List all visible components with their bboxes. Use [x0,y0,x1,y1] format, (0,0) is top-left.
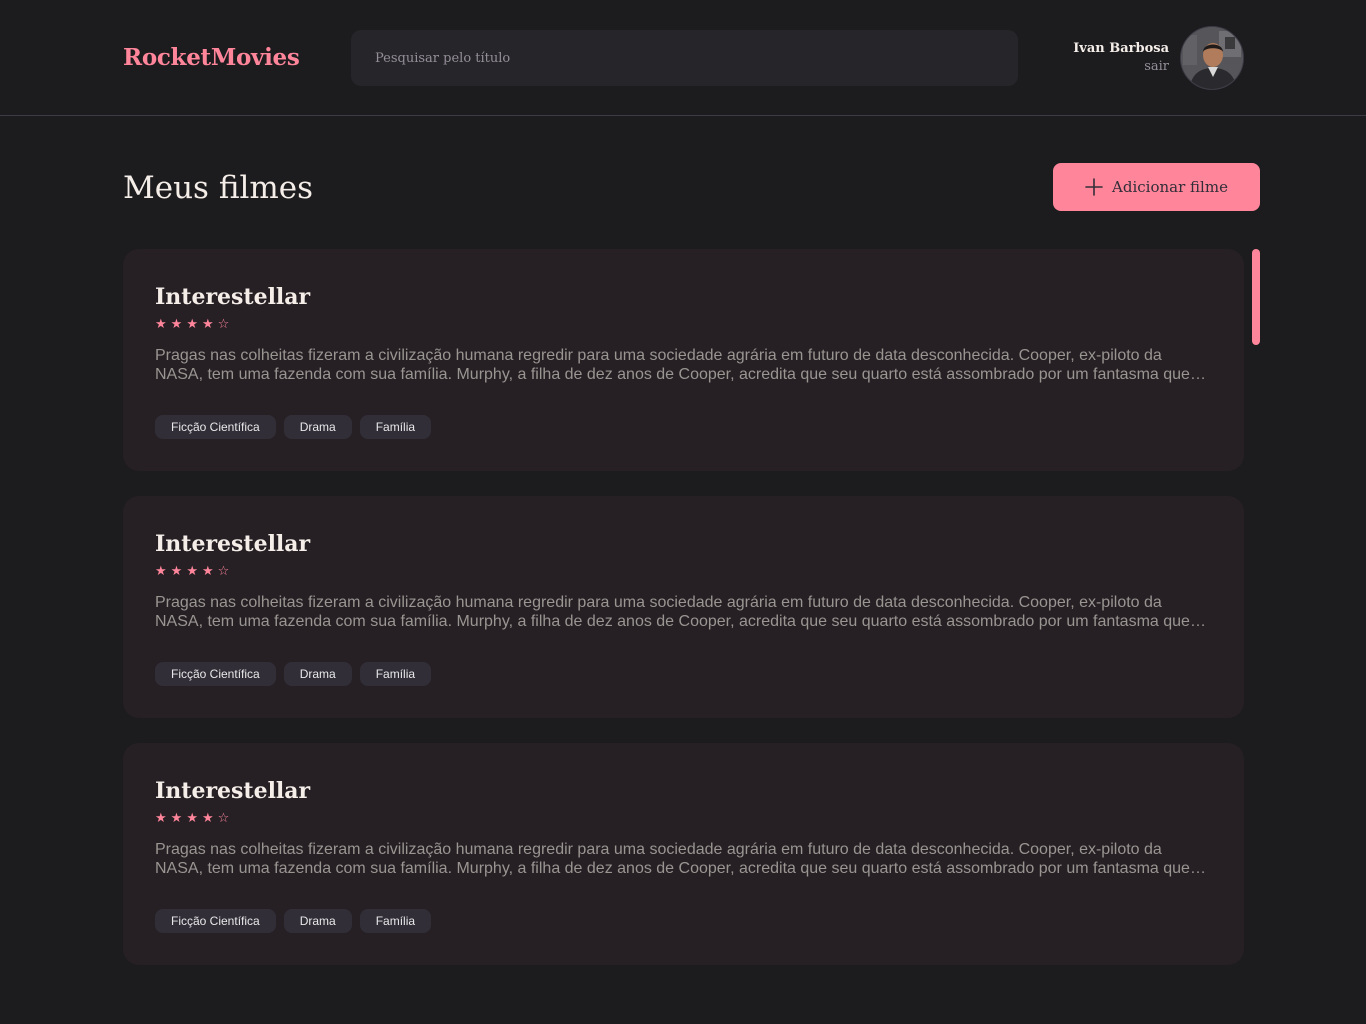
user-name: Ivan Barbosa [1073,41,1169,56]
tag-list: Ficção Científica Drama Família [155,662,432,686]
star-filled-icon: ★ [201,811,214,826]
logout-link[interactable]: sair [1073,58,1169,76]
add-movie-button[interactable]: Adicionar filme [1053,163,1260,211]
star-filled-icon: ★ [155,317,167,332]
movie-card[interactable]: Interestellar ★ ★ ★ ★ ☆ Pragas nas colheitas… [123,496,1244,718]
tag: Drama [283,662,352,686]
search-input[interactable] [351,30,1018,86]
movie-card[interactable]: Interestellar ★ ★ ★ ★ ☆ Pragas nas colheitas… [123,743,1244,965]
page-title: Meus filmes [123,170,314,206]
star-filled-icon: ★ [201,564,214,579]
star-filled-icon: ★ [170,811,183,826]
tag: Drama [283,909,352,933]
movie-title: Interestellar [155,284,311,310]
star-empty-icon: ☆ [217,811,230,826]
plus-icon [1085,178,1103,196]
movie-description: Pragas nas colheitas fizeram a civilizaç… [155,594,1190,630]
rating-stars: ★ ★ ★ ★ ☆ [155,812,229,826]
avatar[interactable] [1180,26,1244,90]
tag: Família [359,415,432,439]
star-filled-icon: ★ [155,811,167,826]
movie-description: Pragas nas colheitas fizeram a civilizaç… [155,841,1190,877]
star-filled-icon: ★ [170,317,183,332]
movie-card[interactable]: Interestellar ★ ★ ★ ★ ☆ Pragas nas colheitas… [123,249,1244,471]
rating-stars: ★ ★ ★ ★ ☆ [155,565,229,579]
add-movie-button-label: Adicionar filme [1112,178,1228,196]
star-filled-icon: ★ [186,564,198,579]
movie-description: Pragas nas colheitas fizeram a civilizaç… [155,347,1190,383]
user-photo-icon [1181,27,1243,89]
tag-list: Ficção Científica Drama Família [155,909,432,933]
rating-stars: ★ ★ ★ ★ ☆ [155,318,229,332]
tag: Drama [283,415,352,439]
star-filled-icon: ★ [170,564,183,579]
star-filled-icon: ★ [186,317,198,332]
star-filled-icon: ★ [186,811,198,826]
movie-title: Interestellar [155,531,311,557]
scrollbar-thumb[interactable] [1252,249,1260,345]
movie-title: Interestellar [155,778,311,804]
brand-logo[interactable]: RocketMovies [123,42,300,74]
profile-info: Ivan Barbosa sair [1073,40,1169,76]
star-empty-icon: ☆ [217,317,230,332]
tag: Ficção Científica [155,909,276,933]
header: RocketMovies Ivan Barbosa sair [0,0,1366,116]
tag-list: Ficção Científica Drama Família [155,415,432,439]
star-filled-icon: ★ [155,564,167,579]
tag: Família [359,662,432,686]
star-empty-icon: ☆ [217,564,230,579]
tag: Família [359,909,432,933]
tag: Ficção Científica [155,662,276,686]
tag: Ficção Científica [155,415,276,439]
star-filled-icon: ★ [201,317,214,332]
